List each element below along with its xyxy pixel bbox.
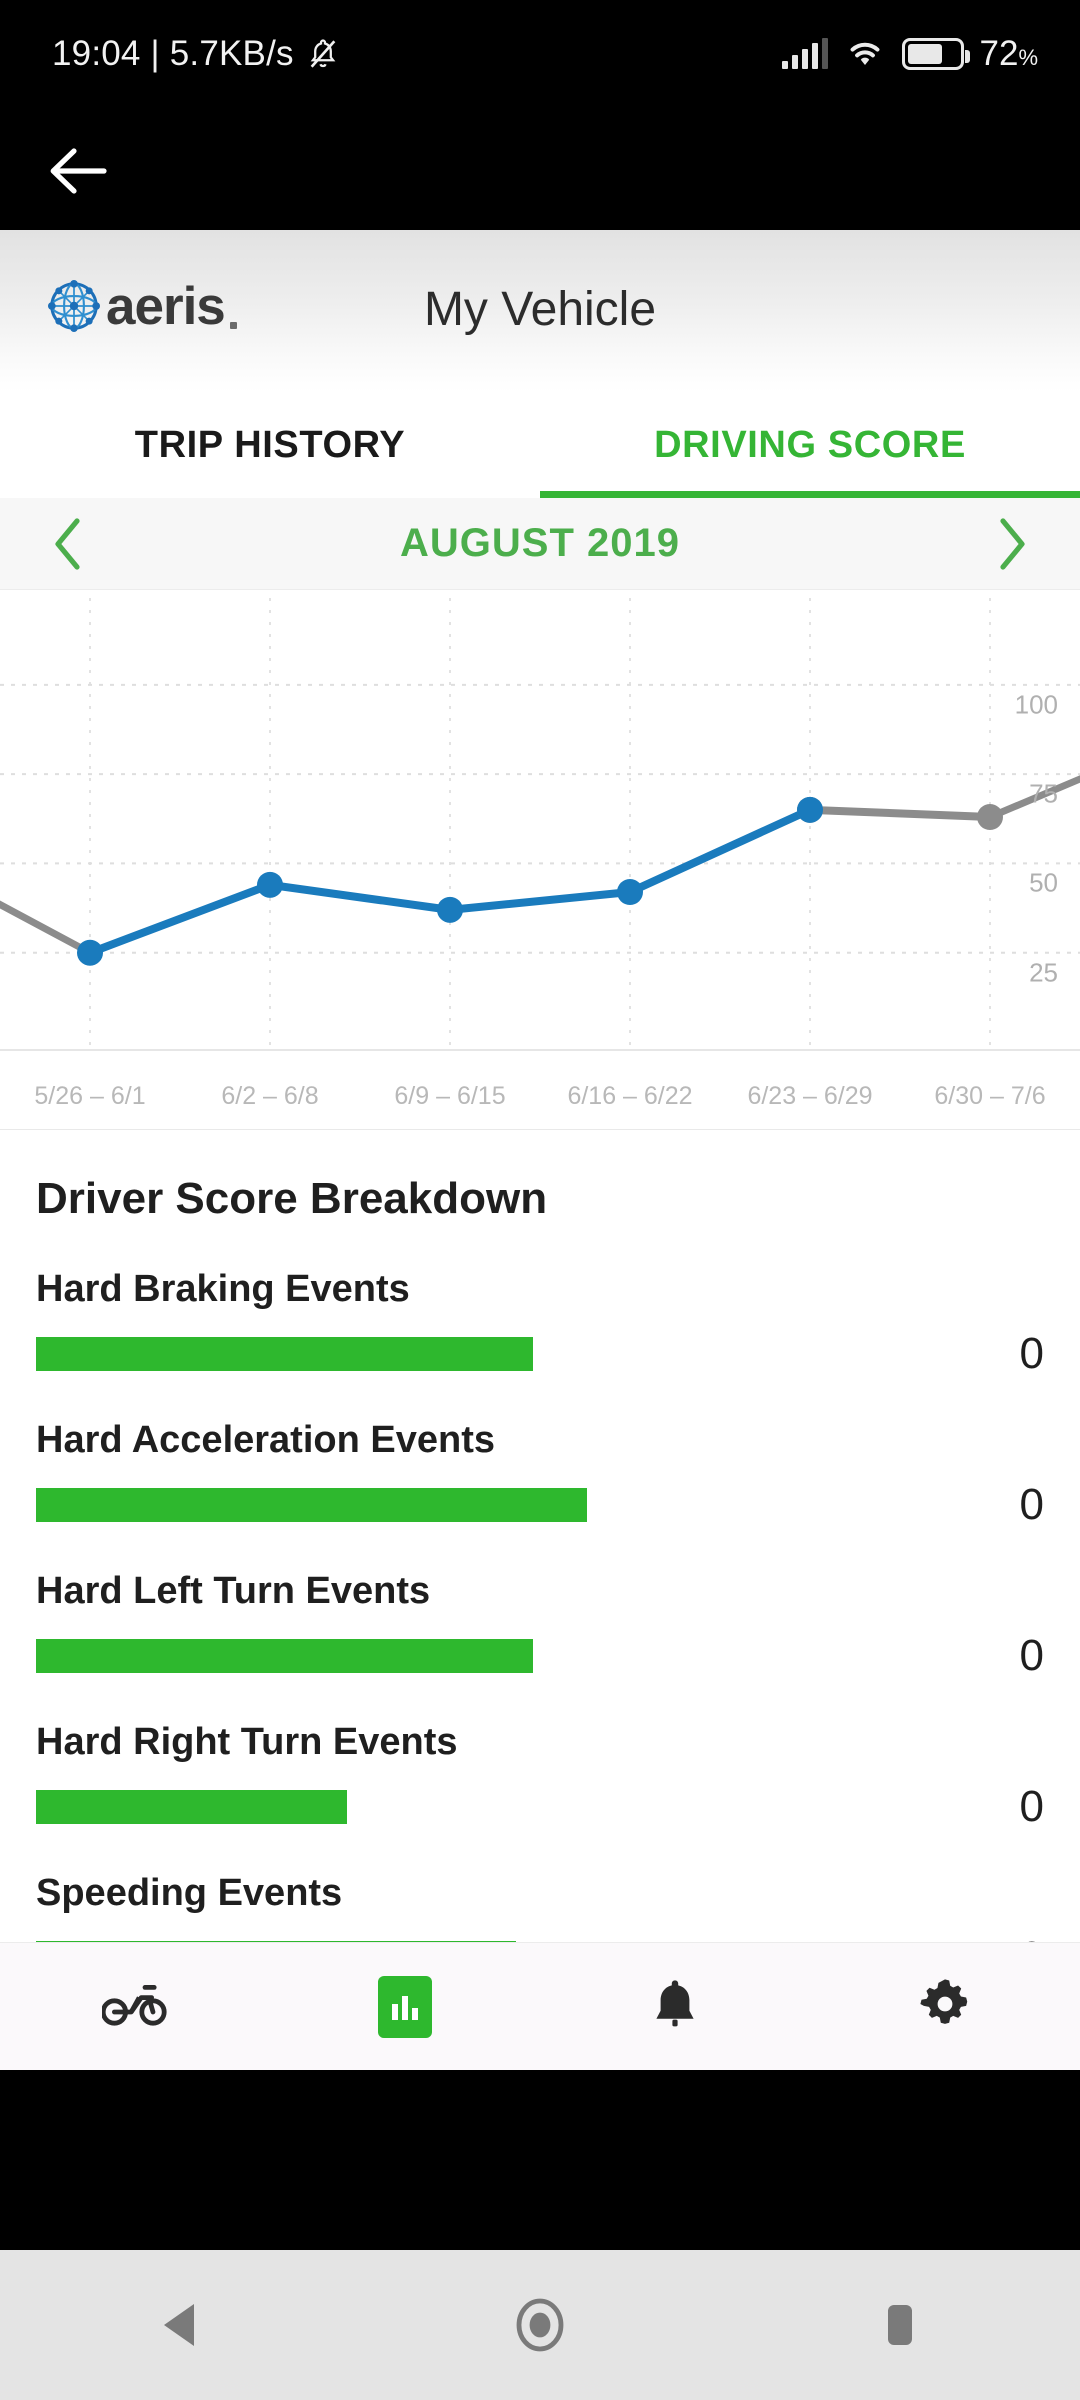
home-circle-icon[interactable] — [440, 2250, 640, 2400]
nav-item-vehicle[interactable] — [0, 1981, 270, 2032]
phone-screen: 19:04 | 5.7KB/s 72% aeris My Vehicle TRI… — [0, 0, 1080, 2400]
status-time-network: 19:04 | 5.7KB/s — [52, 34, 294, 73]
wifi-icon — [844, 36, 886, 73]
page-title: My Vehicle — [423, 283, 657, 336]
tab-bar: TRIP HISTORY DRIVING SCORE — [0, 392, 1080, 498]
status-bar-right: 72% — [781, 34, 1039, 74]
app-header: aeris My Vehicle — [0, 230, 1080, 392]
battery-percent-unit: % — [1018, 45, 1038, 70]
recents-square-icon[interactable] — [800, 2250, 1000, 2400]
battery-percent-value: 72 — [979, 34, 1019, 73]
breakdown-bar-track — [36, 1790, 924, 1824]
breakdown-row-value: 0 — [1019, 1480, 1044, 1529]
chart-y-tick-label: 75 — [1029, 778, 1058, 809]
chart-x-tick-label: 6/16 – 6/22 — [567, 1082, 693, 1110]
tab-trip-history-label: TRIP HISTORY — [134, 423, 406, 466]
active-tab-indicator — [540, 491, 1080, 498]
breakdown-rows: Hard Braking Events 0 Hard Acceleration Ev… — [36, 1268, 1044, 1983]
cellular-signal-icon — [781, 38, 828, 69]
tab-trip-history[interactable]: TRIP HISTORY — [0, 392, 540, 498]
breakdown-bar-fill — [36, 1639, 534, 1673]
breakdown-row-bar-line: 0 — [36, 1631, 1044, 1681]
breakdown-row-label: Hard Acceleration Events — [36, 1419, 495, 1461]
gear-icon — [918, 1977, 972, 2036]
chevron-right-icon[interactable] — [952, 498, 1072, 590]
tab-driving-score[interactable]: DRIVING SCORE — [540, 392, 1080, 498]
breakdown-row-label: Hard Braking Events — [36, 1268, 410, 1310]
period-label: AUGUST 2019 — [400, 521, 680, 565]
breakdown-title: Driver Score Breakdown — [36, 1174, 548, 1223]
breakdown-row-label: Hard Left Turn Events — [36, 1570, 431, 1612]
system-toolbar — [0, 108, 1080, 230]
breakdown-row: Hard Braking Events 0 — [36, 1268, 1044, 1379]
breakdown-row-value: 0 — [1019, 1782, 1044, 1831]
breakdown-row-bar-line: 0 — [36, 1782, 1044, 1832]
status-bar: 19:04 | 5.7KB/s 72% — [0, 0, 1080, 108]
breakdown-row-value: 0 — [1019, 1631, 1044, 1680]
breakdown-bar-track — [36, 1639, 924, 1673]
battery-icon — [901, 38, 970, 70]
chart-x-tick-label: 5/26 – 6/1 — [34, 1082, 146, 1110]
period-selector: AUGUST 2019 — [0, 498, 1080, 590]
breakdown-bar-fill — [36, 1337, 534, 1371]
chart-x-tick-label: 6/2 – 6/8 — [221, 1082, 319, 1110]
chart-y-tick-label: 100 — [1014, 689, 1058, 720]
bottom-navigation-bar — [0, 1942, 1080, 2070]
breakdown-row: Hard Acceleration Events 0 — [36, 1419, 1044, 1530]
chart-y-tick-label: 25 — [1029, 957, 1058, 988]
nav-item-settings[interactable] — [810, 1977, 1080, 2036]
chart-x-tick-label: 6/23 – 6/29 — [747, 1082, 873, 1110]
bell-icon — [650, 1976, 700, 2037]
breakdown-row: Hard Right Turn Events 0 — [36, 1721, 1044, 1832]
chevron-left-icon[interactable] — [8, 498, 128, 590]
chart-canvas — [0, 598, 1080, 1051]
chart-x-tick-label: 6/9 – 6/15 — [394, 1082, 506, 1110]
app-content: aeris My Vehicle TRIP HISTORY DRIVING SC… — [0, 230, 1080, 2070]
back-triangle-icon[interactable] — [80, 2250, 280, 2400]
chart-y-tick-label: 50 — [1029, 867, 1058, 898]
breakdown-bar-fill — [36, 1488, 587, 1522]
back-arrow-icon[interactable] — [38, 132, 116, 210]
breakdown-row: Hard Left Turn Events 0 — [36, 1570, 1044, 1681]
bell-off-icon — [306, 37, 340, 71]
status-bar-left: 19:04 | 5.7KB/s — [52, 34, 340, 74]
breakdown-row-bar-line: 0 — [36, 1329, 1044, 1379]
driving-score-chart[interactable]: 25 50 75 100 5/26 – 6/1 6/2 – 6/8 6/9 – 6/15 6… — [0, 590, 1080, 1130]
battery-percent-label: 72% — [980, 34, 1039, 74]
breakdown-bar-track — [36, 1337, 924, 1371]
breakdown-row-label: Hard Right Turn Events — [36, 1721, 458, 1763]
nav-item-driving-score[interactable] — [270, 1975, 540, 2038]
motorcycle-icon — [100, 1981, 168, 2032]
bar-chart-icon — [378, 1975, 432, 2038]
breakdown-row-label: Speeding Events — [36, 1872, 343, 1914]
chart-x-tick-label: 6/30 – 7/6 — [934, 1082, 1046, 1110]
tab-driving-score-label: DRIVING SCORE — [654, 423, 966, 466]
android-navigation-bar — [0, 2250, 1080, 2400]
driver-score-breakdown: Driver Score Breakdown Hard Braking Even… — [0, 1130, 1080, 1983]
breakdown-bar-track — [36, 1488, 924, 1522]
breakdown-bar-fill — [36, 1790, 347, 1824]
breakdown-row-bar-line: 0 — [36, 1480, 1044, 1530]
nav-item-notifications[interactable] — [540, 1976, 810, 2037]
breakdown-row-value: 0 — [1019, 1329, 1044, 1378]
